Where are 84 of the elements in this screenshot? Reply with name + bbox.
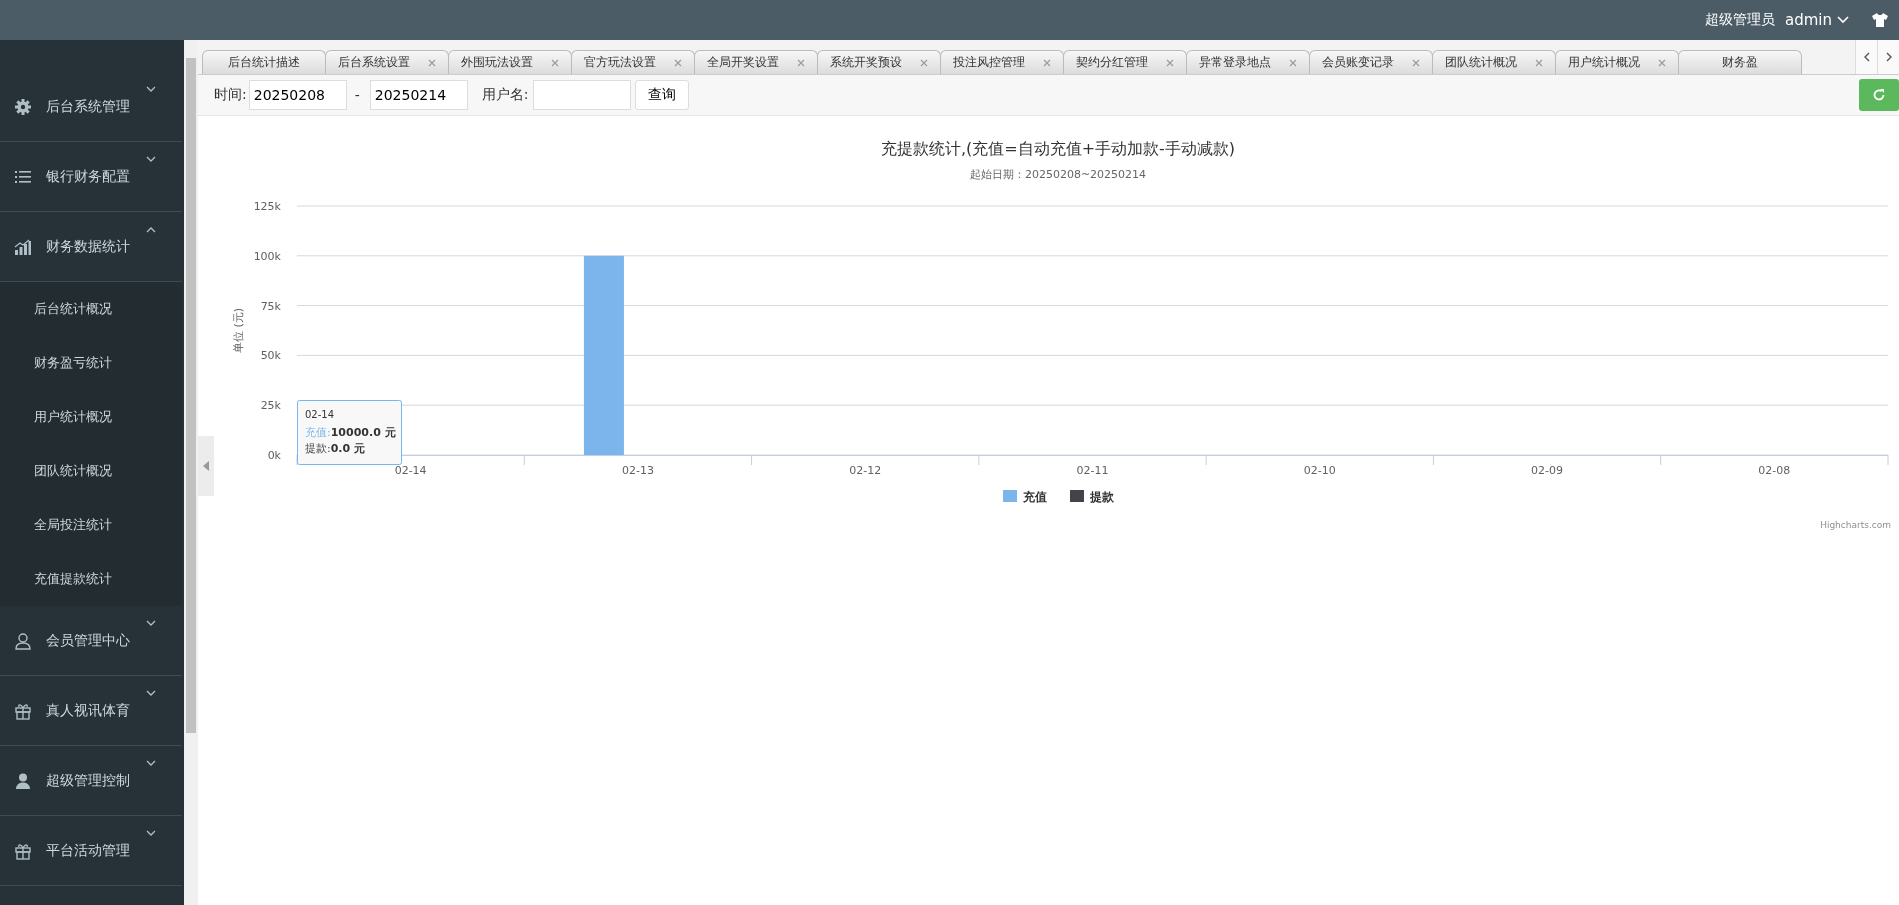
y-axis-label: 125k — [253, 200, 281, 213]
tab[interactable]: 契约分红管理 — [1063, 50, 1187, 74]
x-axis-label: 02-11 — [1076, 464, 1109, 477]
x-axis-label: 02-10 — [1303, 464, 1336, 477]
close-icon[interactable] — [674, 58, 682, 67]
sidebar-item[interactable]: 超级管理控制 — [0, 746, 182, 816]
username-label: 用户名: — [481, 86, 529, 104]
user-menu[interactable]: admin — [1785, 11, 1832, 29]
sidebar-subitem[interactable]: 用户统计概况 — [0, 390, 182, 444]
close-icon[interactable] — [1289, 58, 1297, 67]
tooltip: 02-14 充值:10000.0 元 提款:0.0 元 — [297, 400, 402, 465]
chevron-left-icon — [1862, 52, 1871, 62]
chevron-right-icon — [1884, 52, 1893, 62]
close-icon[interactable] — [1412, 58, 1420, 67]
sidebar-item[interactable]: 银行财务配置 — [0, 142, 182, 212]
username-field[interactable] — [532, 80, 631, 110]
x-axis-label: 02-13 — [621, 464, 654, 477]
refresh-button[interactable] — [1859, 79, 1899, 111]
y-axis-label: 0k — [267, 449, 281, 462]
query-button[interactable]: 查询 — [634, 80, 689, 110]
tab[interactable]: 投注风控管理 — [940, 50, 1064, 74]
tab[interactable]: 全局开奖设置 — [694, 50, 818, 74]
y-axis-title: 单位 (元) — [232, 307, 245, 354]
x-axis-label: 02-08 — [1758, 464, 1791, 477]
tab[interactable]: 用户统计概况 — [1555, 50, 1679, 74]
sidebar-subitem[interactable]: 后台统计概况 — [0, 282, 182, 336]
y-axis-label: 50k — [260, 349, 281, 363]
y-axis-label: 25k — [260, 399, 281, 413]
chevron-down-icon[interactable] — [1837, 16, 1849, 24]
chart-title: 充提款统计,(充值=自动充值+手动加款-手动减款) — [880, 139, 1236, 158]
close-icon[interactable] — [920, 58, 928, 67]
user-role: 超级管理员 — [1705, 11, 1775, 29]
tab[interactable]: 团队统计概况 — [1432, 50, 1556, 74]
sidebar-subitem[interactable]: 充值提款统计 — [0, 552, 182, 606]
user-icon — [14, 631, 32, 650]
scroll-left-button[interactable] — [1855, 40, 1877, 74]
shirt-icon[interactable] — [1871, 12, 1889, 28]
x-axis-label: 02-09 — [1531, 464, 1564, 477]
close-icon[interactable] — [1043, 58, 1051, 67]
start-date-field[interactable]: 20250208 — [248, 80, 347, 110]
y-axis-label: 100k — [253, 249, 281, 263]
tab[interactable]: 系统开奖预设 — [817, 50, 941, 74]
gear-icon — [14, 97, 32, 116]
y-axis-label: 75k — [260, 299, 281, 313]
end-date-field[interactable]: 20250214 — [369, 80, 468, 110]
x-axis-label: 02-14 — [394, 464, 427, 477]
legend-label: 充值 — [1022, 490, 1047, 504]
sidebar-subitem[interactable]: 全局投注统计 — [0, 498, 182, 552]
close-icon[interactable] — [1166, 58, 1174, 67]
triangle-left-icon — [203, 461, 209, 471]
gift-icon — [14, 701, 32, 720]
chart-subtitle: 起始日期：20250208~20250214 — [969, 168, 1147, 181]
collapse-handle[interactable] — [198, 436, 214, 496]
time-label: 时间: — [214, 86, 247, 104]
close-icon[interactable] — [551, 58, 559, 67]
bar-chart-icon — [14, 237, 32, 256]
user-icon — [14, 771, 32, 790]
legend-item[interactable]: 充值 — [1003, 490, 1047, 504]
tab[interactable]: 异常登录地点 — [1186, 50, 1310, 74]
scroll-right-button[interactable] — [1877, 40, 1899, 74]
tab[interactable]: 官方玩法设置 — [571, 50, 695, 74]
tab[interactable]: 外围玩法设置 — [448, 50, 572, 74]
tab[interactable]: 会员账变记录 — [1309, 50, 1433, 74]
close-icon[interactable] — [1535, 58, 1543, 67]
legend-label: 提款 — [1089, 490, 1115, 504]
sidebar-item[interactable]: 平台活动管理 — [0, 816, 182, 886]
scrollbar[interactable] — [184, 40, 198, 905]
sidebar-subitem[interactable]: 财务盈亏统计 — [0, 336, 182, 390]
sidebar-item[interactable]: 会员管理中心 — [0, 606, 182, 676]
close-icon[interactable] — [797, 58, 805, 67]
refresh-icon — [1872, 88, 1886, 102]
x-axis-label: 02-12 — [849, 464, 882, 477]
sidebar-item[interactable]: 真人视讯体育 — [0, 676, 182, 746]
sidebar-subitem[interactable]: 团队统计概况 — [0, 444, 182, 498]
tab[interactable]: 后台统计描述 — [202, 50, 326, 74]
tab[interactable]: 后台系统设置 — [325, 50, 449, 74]
legend-item[interactable]: 提款 — [1070, 490, 1114, 504]
tab[interactable]: 财务盈 — [1678, 50, 1802, 74]
close-icon[interactable] — [428, 58, 436, 67]
gift-icon — [14, 841, 32, 860]
close-icon[interactable] — [1658, 58, 1666, 67]
date-separator: - — [354, 87, 360, 103]
scrollbar-thumb[interactable] — [186, 58, 196, 733]
sidebar-item[interactable]: 后台系统管理 — [0, 72, 182, 142]
